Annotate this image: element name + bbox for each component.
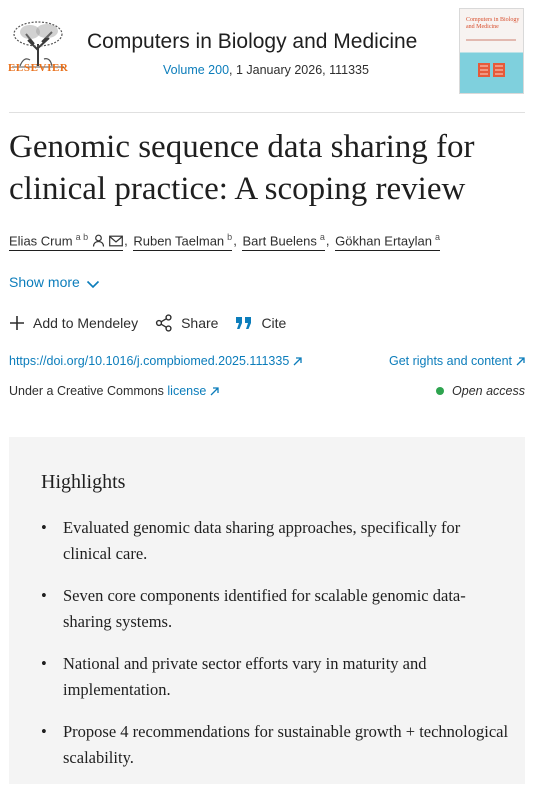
doi-text: https://doi.org/10.1016/j.compbiomed.202… — [9, 354, 290, 368]
license-statement: Under a Creative Commons license — [9, 384, 219, 398]
bullet: • — [41, 722, 47, 741]
author-affiliation: b — [227, 232, 233, 242]
share-icon — [155, 314, 172, 332]
external-arrow-icon — [210, 387, 219, 396]
header-divider — [9, 112, 525, 113]
mendeley-label: Add to Mendeley — [33, 315, 139, 331]
article-title: Genomic sequence data sharing for clinic… — [9, 129, 475, 207]
author-affiliation: a — [319, 232, 325, 242]
doi-link[interactable]: https://doi.org/10.1016/j.compbiomed.202… — [9, 354, 302, 368]
quote-icon — [236, 317, 252, 329]
cover-subtitle-bar — [466, 39, 516, 41]
author-link[interactable]: Gökhan Ertaylan a — [335, 232, 440, 252]
author-name: Bart Buelens — [242, 233, 317, 249]
author-list: Elias Crum a b, Ruben Taelman b, Bart Buel… — [9, 232, 529, 252]
author-affiliation: a — [434, 232, 440, 242]
open-access-badge: Open access — [436, 384, 525, 398]
rights-text: Get rights and content — [389, 354, 512, 368]
author-name: Elias Crum — [9, 233, 73, 249]
license-link[interactable]: license — [167, 384, 206, 398]
issue-date: , 1 January 2026, 111335 — [229, 63, 369, 77]
show-more-label: Show more — [9, 274, 80, 290]
cite-label: Cite — [261, 315, 287, 331]
open-access-dot — [436, 387, 445, 395]
author-name: Gökhan Ertaylan — [335, 233, 432, 249]
highlights-section: Highlights • Evaluated genomic data shari… — [9, 437, 525, 784]
share-label: Share — [181, 315, 219, 331]
bullet: • — [41, 654, 47, 673]
author-link[interactable]: Ruben Taelman b — [133, 232, 233, 252]
list-item: • National and private sector efforts var… — [41, 651, 511, 703]
publisher-name: ELSEVIER — [8, 62, 69, 74]
envelope-icon — [109, 235, 123, 247]
journal-title[interactable]: Computers in Biology and Medicine — [87, 30, 417, 54]
journal-cover-image[interactable]: Computers in Biology and Medicine — [459, 8, 524, 94]
chevron-down-icon — [86, 280, 99, 289]
share-button[interactable]: Share — [155, 314, 218, 332]
highlight-text: Propose 4 recommendations for sustainabl… — [63, 722, 509, 767]
external-arrow-icon — [293, 357, 302, 366]
cover-title: Computers in Biology and Medicine — [466, 17, 520, 30]
external-arrow-icon — [516, 357, 525, 366]
open-access-label: Open access — [452, 384, 525, 398]
highlight-text: Evaluated genomic data sharing approache… — [63, 518, 461, 563]
highlight-text: Seven core components identified for sca… — [63, 586, 466, 631]
cite-button[interactable]: Cite — [235, 315, 286, 331]
add-to-mendeley-button[interactable]: Add to Mendeley — [9, 315, 138, 331]
journal-header: ELSEVIER Computers in Biology and Medici… — [0, 0, 533, 112]
get-rights-link[interactable]: Get rights and content — [389, 354, 525, 368]
author-affiliation: a b — [75, 232, 89, 242]
author-link[interactable]: Bart Buelens a — [242, 232, 325, 252]
volume-link[interactable]: Volume 200 — [163, 63, 229, 77]
author-link[interactable]: Elias Crum a b — [9, 232, 124, 252]
license-prefix: Under a Creative Commons — [9, 384, 168, 398]
highlights-title: Highlights — [41, 471, 126, 493]
author-name: Ruben Taelman — [133, 233, 225, 249]
highlights-list: • Evaluated genomic data sharing approach… — [41, 515, 511, 787]
plus-icon — [10, 316, 24, 330]
bullet: • — [41, 518, 47, 537]
list-item: • Evaluated genomic data sharing approach… — [41, 515, 511, 567]
bullet: • — [41, 586, 47, 605]
show-more-button[interactable]: Show more — [9, 274, 100, 290]
list-item: • Seven core components identified for sc… — [41, 583, 511, 635]
highlight-text: National and private sector efforts vary… — [63, 654, 427, 699]
list-item: • Propose 4 recommendations for sustainab… — [41, 719, 511, 771]
article-actions: Add to Mendeley Share Cite — [9, 312, 303, 334]
issue-info: Volume 200, 1 January 2026, 111335 — [163, 63, 369, 77]
person-icon — [92, 234, 105, 247]
cover-art-icon — [478, 63, 505, 77]
